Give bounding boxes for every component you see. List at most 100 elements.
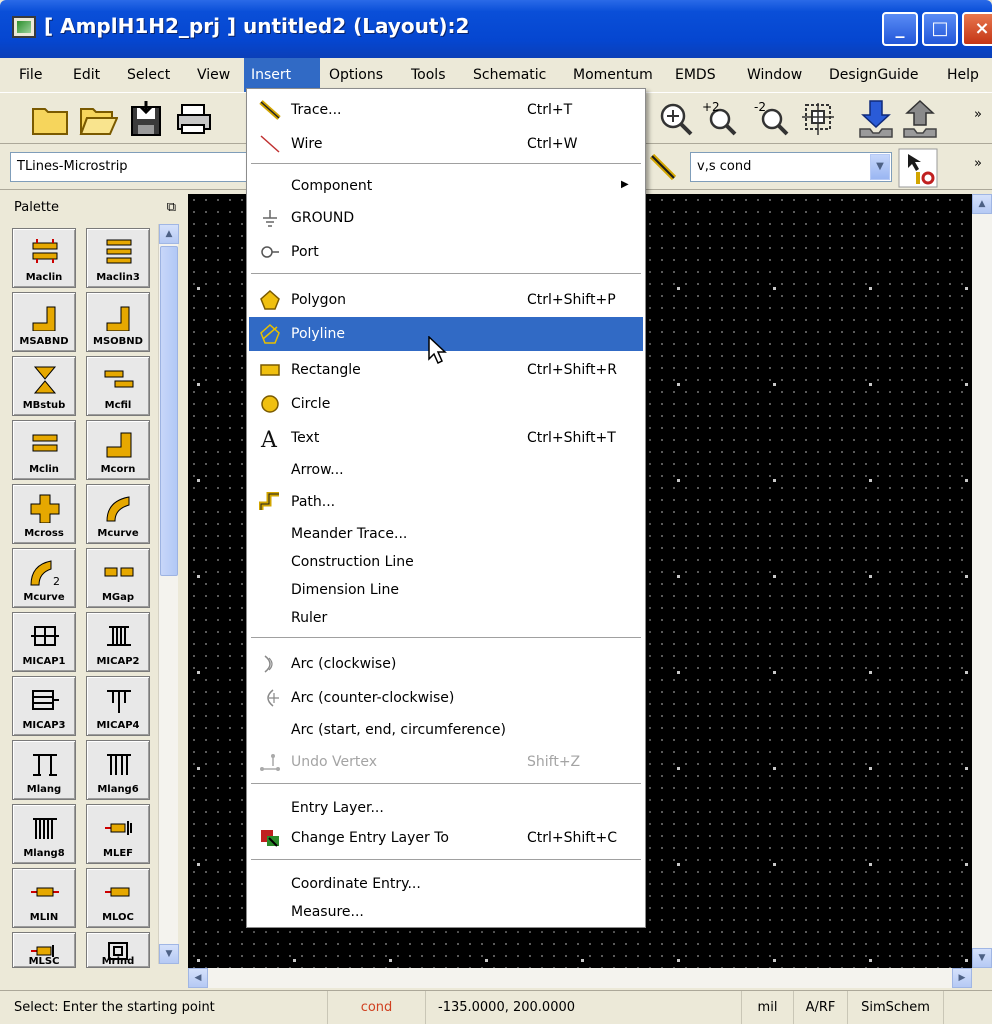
canvas-horizontal-scrollbar[interactable]: ◀ ▶: [188, 968, 972, 988]
toolbar2-overflow-button[interactable]: »: [974, 156, 982, 171]
menu-item-arrow[interactable]: Arrow...: [249, 453, 643, 487]
layer-combo[interactable]: v,s cond ▼: [690, 152, 892, 182]
menu-item-arc-counter-clockwise[interactable]: Arc (counter-clockwise): [249, 681, 643, 715]
menu-item-trace[interactable]: Trace... Ctrl+T: [249, 93, 643, 127]
palette-item-mgap[interactable]: MGap: [86, 548, 150, 608]
status-view: SimSchem: [848, 991, 944, 1024]
palette-item-mcurve2[interactable]: 2 Mcurve: [12, 548, 76, 608]
scroll-up-icon[interactable]: ▲: [972, 194, 992, 214]
zoom-area-icon[interactable]: [800, 99, 840, 139]
menu-separator: [251, 783, 641, 784]
menu-item-component[interactable]: Component ▶: [249, 169, 643, 203]
menu-view[interactable]: View: [190, 58, 237, 92]
menu-item-arc-clockwise[interactable]: Arc (clockwise): [249, 647, 643, 681]
toolbar-overflow-button[interactable]: »: [974, 107, 982, 122]
palette-item-mlang6[interactable]: Mlang6: [86, 740, 150, 800]
palette-scroll-thumb[interactable]: [160, 246, 178, 576]
app-icon[interactable]: [12, 16, 36, 38]
menu-item-port[interactable]: Port: [249, 235, 643, 269]
menu-help[interactable]: Help: [940, 58, 986, 92]
palette-item-mloc[interactable]: MLOC: [86, 868, 150, 928]
palette-item-maclin3[interactable]: Maclin3: [86, 228, 150, 288]
status-units: mil: [742, 991, 794, 1024]
menu-emds[interactable]: EMDS: [668, 58, 723, 92]
palette-item-mcfil[interactable]: Mcfil: [86, 356, 150, 416]
push-into-hierarchy-icon[interactable]: [856, 99, 896, 139]
palette-item-mcross[interactable]: Mcross: [12, 484, 76, 544]
chevron-down-icon[interactable]: ▼: [870, 154, 890, 180]
new-folder-icon[interactable]: [30, 99, 70, 139]
zoom-out-x2-icon[interactable]: -2: [752, 99, 792, 139]
grid-snap-dot: [197, 575, 200, 578]
menu-item-circle[interactable]: Circle: [249, 387, 643, 421]
menu-designguide[interactable]: DesignGuide: [822, 58, 925, 92]
grid-snap-dot: [197, 767, 200, 770]
palette-item-micap2[interactable]: MICAP2: [86, 612, 150, 672]
menu-bar: File Edit Select View Insert Options Too…: [0, 58, 992, 92]
palette-item-mclin[interactable]: Mclin: [12, 420, 76, 480]
palette-scrollbar[interactable]: ▲ ▼: [158, 224, 179, 964]
palette-item-mlef[interactable]: MLEF: [86, 804, 150, 864]
scroll-down-icon[interactable]: ▼: [159, 944, 179, 964]
menu-item-change-entry-layer[interactable]: Change Entry Layer To Ctrl+Shift+C: [249, 821, 643, 855]
menu-tools[interactable]: Tools: [404, 58, 453, 92]
minimize-button[interactable]: _: [882, 12, 918, 46]
title-bar[interactable]: [ AmplH1H2_prj ] untitled2 (Layout):2 _ …: [0, 0, 992, 58]
menu-item-arc-start-end-circumference[interactable]: Arc (start, end, circumference): [249, 713, 643, 747]
menu-item-path[interactable]: Path...: [249, 485, 643, 519]
menu-item-ground[interactable]: GROUND: [249, 201, 643, 235]
menu-insert[interactable]: Insert: [244, 58, 320, 92]
palette-item-mlin[interactable]: MLIN: [12, 868, 76, 928]
grid-snap-dot: [197, 863, 200, 866]
palette-item-micap4[interactable]: MICAP4: [86, 676, 150, 736]
menu-item-text[interactable]: A Text Ctrl+Shift+T: [249, 421, 643, 455]
scroll-right-icon[interactable]: ▶: [952, 968, 972, 988]
menu-momentum[interactable]: Momentum: [566, 58, 660, 92]
status-mode: A/RF: [794, 991, 848, 1024]
palette-item-mbstub[interactable]: MBstub: [12, 356, 76, 416]
grid-snap-dot: [773, 671, 776, 674]
palette-label: MICAP3: [22, 720, 66, 731]
palette-item-micap3[interactable]: MICAP3: [12, 676, 76, 736]
menu-window[interactable]: Window: [740, 58, 809, 92]
palette-item-micap1[interactable]: MICAP1: [12, 612, 76, 672]
menu-item-wire[interactable]: Wire Ctrl+W: [249, 127, 643, 161]
close-button[interactable]: ×: [962, 12, 992, 46]
pop-out-hierarchy-icon[interactable]: [900, 99, 940, 139]
menu-item-polygon[interactable]: Polygon Ctrl+Shift+P: [249, 283, 643, 317]
open-folder-icon[interactable]: [78, 99, 118, 139]
menu-file[interactable]: File: [12, 58, 49, 92]
save-icon[interactable]: [126, 99, 166, 139]
scroll-up-icon[interactable]: ▲: [159, 224, 179, 244]
library-combo[interactable]: TLines-Microstrip: [10, 152, 250, 182]
scroll-down-icon[interactable]: ▼: [972, 948, 992, 968]
menu-item-measure[interactable]: Measure...: [249, 895, 643, 929]
scroll-left-icon[interactable]: ◀: [188, 968, 208, 988]
menu-edit[interactable]: Edit: [66, 58, 107, 92]
maclin3-icon: [106, 239, 132, 264]
palette-item-mrind[interactable]: Mrind: [86, 932, 150, 968]
zoom-in-x2-icon[interactable]: +2: [700, 99, 740, 139]
palette-item-mcurve[interactable]: Mcurve: [86, 484, 150, 544]
palette-item-mlang8[interactable]: Mlang8: [12, 804, 76, 864]
pin-icon[interactable]: ⧉: [167, 194, 176, 222]
palette-item-mcorn[interactable]: Mcorn: [86, 420, 150, 480]
zoom-in-icon[interactable]: [656, 99, 696, 139]
maximize-button[interactable]: □: [922, 12, 958, 46]
print-icon[interactable]: [174, 99, 214, 139]
palette-item-msabnd[interactable]: MSABND: [12, 292, 76, 352]
pencil-icon[interactable]: [648, 152, 680, 184]
grid-snap-dot: [869, 575, 872, 578]
menu-options[interactable]: Options: [322, 58, 390, 92]
palette-item-mlang[interactable]: Mlang: [12, 740, 76, 800]
menu-schematic[interactable]: Schematic: [466, 58, 553, 92]
palette-item-msobnd[interactable]: MSOBND: [86, 292, 150, 352]
menu-select[interactable]: Select: [120, 58, 177, 92]
menu-item-entry-layer[interactable]: Entry Layer...: [249, 791, 643, 825]
palette-title: Palette: [14, 200, 60, 215]
canvas-vertical-scrollbar[interactable]: ▲ ▼: [972, 194, 992, 968]
layer-select-icon[interactable]: [898, 148, 938, 188]
palette-item-maclin[interactable]: Maclin: [12, 228, 76, 288]
palette-item-mlsc[interactable]: MLSC: [12, 932, 76, 968]
menu-item-ruler[interactable]: Ruler: [249, 601, 643, 635]
